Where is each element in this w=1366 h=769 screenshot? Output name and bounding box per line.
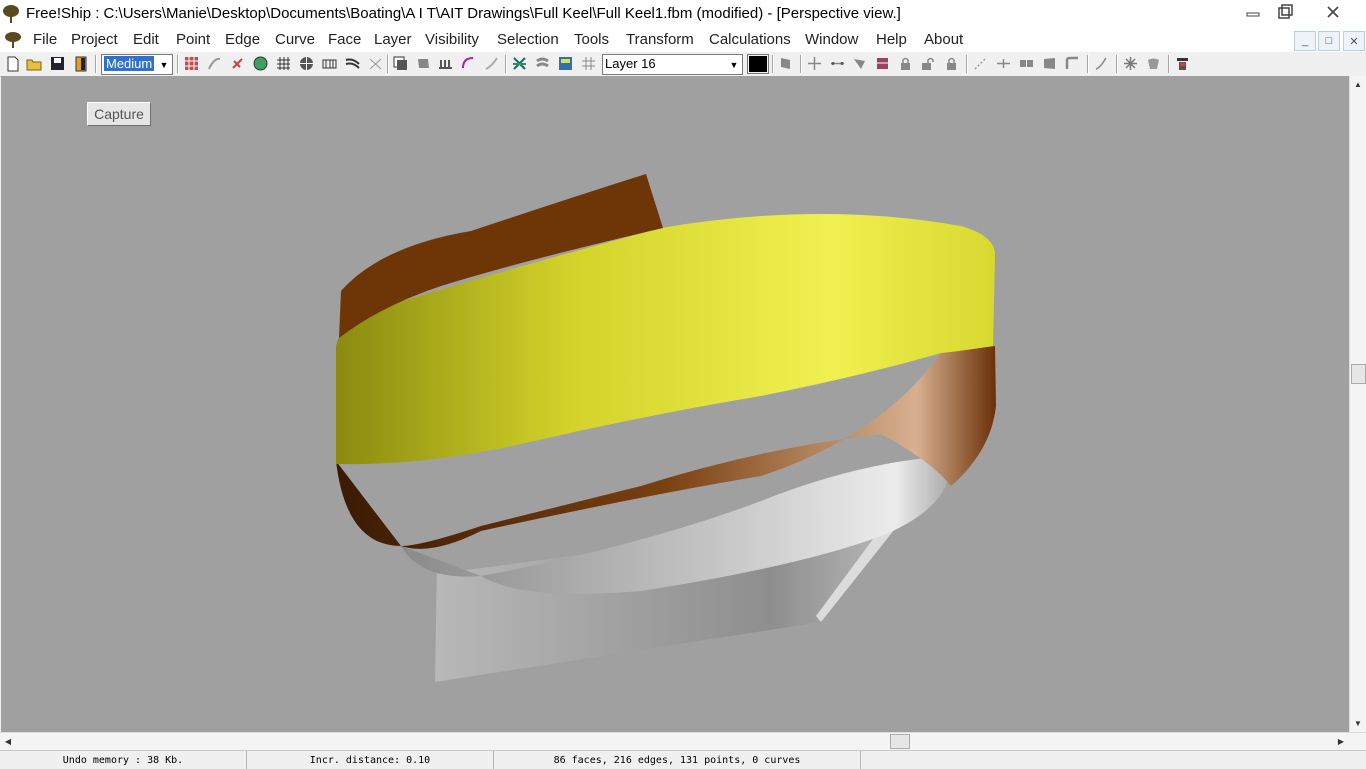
buttocks-icon[interactable] xyxy=(344,55,361,72)
toolbar-separator xyxy=(177,55,179,73)
layer-select[interactable]: Layer 16 ▼ xyxy=(602,54,743,75)
mdi-close-button[interactable]: ✕ xyxy=(1343,31,1365,51)
insert-edge-icon[interactable] xyxy=(1041,55,1058,72)
scroll-left-arrow-icon[interactable]: ◀ xyxy=(0,733,16,749)
toolbar-separator xyxy=(1168,55,1170,73)
edge-split-icon[interactable] xyxy=(995,55,1012,72)
model-summary-status: 86 faces, 216 edges, 131 points, 0 curve… xyxy=(494,751,861,769)
stations-icon[interactable] xyxy=(321,55,338,72)
hydrostatics-icon[interactable] xyxy=(511,55,528,72)
precision-select[interactable]: Medium ▼ xyxy=(101,54,173,75)
curvature-icon[interactable] xyxy=(229,55,246,72)
toolbar-separator xyxy=(1087,55,1089,73)
chevron-down-icon: ▼ xyxy=(729,59,739,70)
layer-auto-group-icon[interactable] xyxy=(1122,55,1139,72)
menu-selection[interactable]: Selection xyxy=(497,31,559,48)
vertical-scrollbar[interactable]: ▲ ▼ xyxy=(1349,76,1366,732)
open-folder-icon[interactable] xyxy=(26,55,43,72)
control-curves-icon[interactable] xyxy=(483,55,500,72)
chevron-down-icon: ▼ xyxy=(159,59,169,70)
menu-point[interactable]: Point xyxy=(176,31,210,48)
control-net-icon[interactable] xyxy=(183,55,200,72)
toolbar-separator xyxy=(1116,55,1118,73)
toolbar-separator xyxy=(505,55,507,73)
properties-panel-icon[interactable] xyxy=(1174,55,1191,72)
menu-project[interactable]: Project xyxy=(71,31,118,48)
save-icon[interactable] xyxy=(49,55,66,72)
menu-transform[interactable]: Transform xyxy=(626,31,694,48)
collapse-point-icon[interactable] xyxy=(851,55,868,72)
menu-about[interactable]: About xyxy=(924,31,963,48)
edge-collapse-icon[interactable] xyxy=(1018,55,1035,72)
layer-value: Layer 16 xyxy=(605,56,656,71)
design-hydrostatics-icon[interactable] xyxy=(557,55,574,72)
develop-plates-icon[interactable] xyxy=(534,55,551,72)
toolbar-separator xyxy=(387,55,389,73)
curves-icon[interactable] xyxy=(460,55,477,72)
menu-file[interactable]: File xyxy=(33,31,57,48)
shade-icon[interactable] xyxy=(252,55,269,72)
title-bar: Free!Ship : C:\Users\Manie\Desktop\Docum… xyxy=(0,0,1366,29)
unlock-all-icon[interactable] xyxy=(943,55,960,72)
wireframe-icon[interactable] xyxy=(298,55,315,72)
vertical-scroll-thumb[interactable] xyxy=(1351,364,1366,384)
interior-edges-icon[interactable] xyxy=(206,55,223,72)
capture-button[interactable]: Capture xyxy=(87,102,151,126)
delete-empty-layers-icon[interactable] xyxy=(1145,55,1162,72)
exit-icon[interactable] xyxy=(72,55,89,72)
perspective-viewport[interactable]: Capture xyxy=(1,76,1349,732)
close-button[interactable] xyxy=(1318,0,1348,24)
layer-color-swatch[interactable] xyxy=(747,54,769,74)
freeship-logo-icon xyxy=(3,5,19,23)
restore-button[interactable] xyxy=(1270,0,1300,24)
toolbar: Medium ▼ Layer 16 ▼ xyxy=(0,52,1366,77)
markers-icon[interactable] xyxy=(437,55,454,72)
layer-properties-icon[interactable] xyxy=(777,55,794,72)
diagonals-icon[interactable] xyxy=(392,55,409,72)
undo-memory-status: Undo memory : 38 Kb. xyxy=(0,751,247,769)
scroll-down-arrow-icon[interactable]: ▼ xyxy=(1350,715,1366,731)
window-title: Free!Ship : C:\Users\Manie\Desktop\Docum… xyxy=(26,5,901,22)
menu-calculations[interactable]: Calculations xyxy=(709,31,791,48)
menu-visibility[interactable]: Visibility xyxy=(425,31,479,48)
precision-value: Medium xyxy=(104,56,155,71)
align-points-icon[interactable] xyxy=(829,55,846,72)
increment-distance-status: Incr. distance: 0.10 xyxy=(247,751,494,769)
menu-help[interactable]: Help xyxy=(876,31,907,48)
scroll-up-arrow-icon[interactable]: ▲ xyxy=(1350,76,1366,92)
menu-face[interactable]: Face xyxy=(328,31,361,48)
toolbar-separator xyxy=(772,55,774,73)
lock-icon[interactable] xyxy=(897,55,914,72)
flowlines-icon[interactable] xyxy=(415,55,432,72)
insert-plane-icon[interactable] xyxy=(874,55,891,72)
toolbar-separator xyxy=(966,55,968,73)
toolbar-separator xyxy=(800,55,802,73)
menu-window[interactable]: Window xyxy=(805,31,858,48)
toolbar-separator xyxy=(95,55,97,73)
new-file-icon[interactable] xyxy=(4,55,21,72)
menu-bar: File Project Edit Point Edge Curve Face … xyxy=(0,28,1366,53)
scroll-right-arrow-icon[interactable]: ▶ xyxy=(1333,733,1349,749)
mdi-minimize-button[interactable]: _ xyxy=(1294,31,1316,51)
edge-extrude-icon[interactable] xyxy=(972,55,989,72)
status-bar: Undo memory : 38 Kb. Incr. distance: 0.1… xyxy=(0,750,1366,769)
horizontal-scrollbar[interactable]: ◀ ▶ xyxy=(0,732,1366,750)
menu-edge[interactable]: Edge xyxy=(225,31,260,48)
document-icon[interactable] xyxy=(4,31,22,49)
horizontal-scroll-thumb[interactable] xyxy=(890,734,910,749)
cross-curves-icon[interactable] xyxy=(580,55,597,72)
waterlines-icon[interactable] xyxy=(367,55,384,72)
menu-tools[interactable]: Tools xyxy=(574,31,609,48)
hull-render xyxy=(336,174,996,682)
unlock-icon[interactable] xyxy=(920,55,937,72)
menu-curve[interactable]: Curve xyxy=(275,31,315,48)
minimize-button[interactable] xyxy=(1238,0,1268,24)
grid-icon[interactable] xyxy=(275,55,292,72)
mdi-restore-button[interactable]: □ xyxy=(1318,31,1340,51)
menu-layer[interactable]: Layer xyxy=(374,31,412,48)
new-curve-icon[interactable] xyxy=(1093,55,1110,72)
add-point-icon[interactable] xyxy=(806,55,823,72)
menu-edit[interactable]: Edit xyxy=(133,31,159,48)
crease-edge-icon[interactable] xyxy=(1064,55,1081,72)
